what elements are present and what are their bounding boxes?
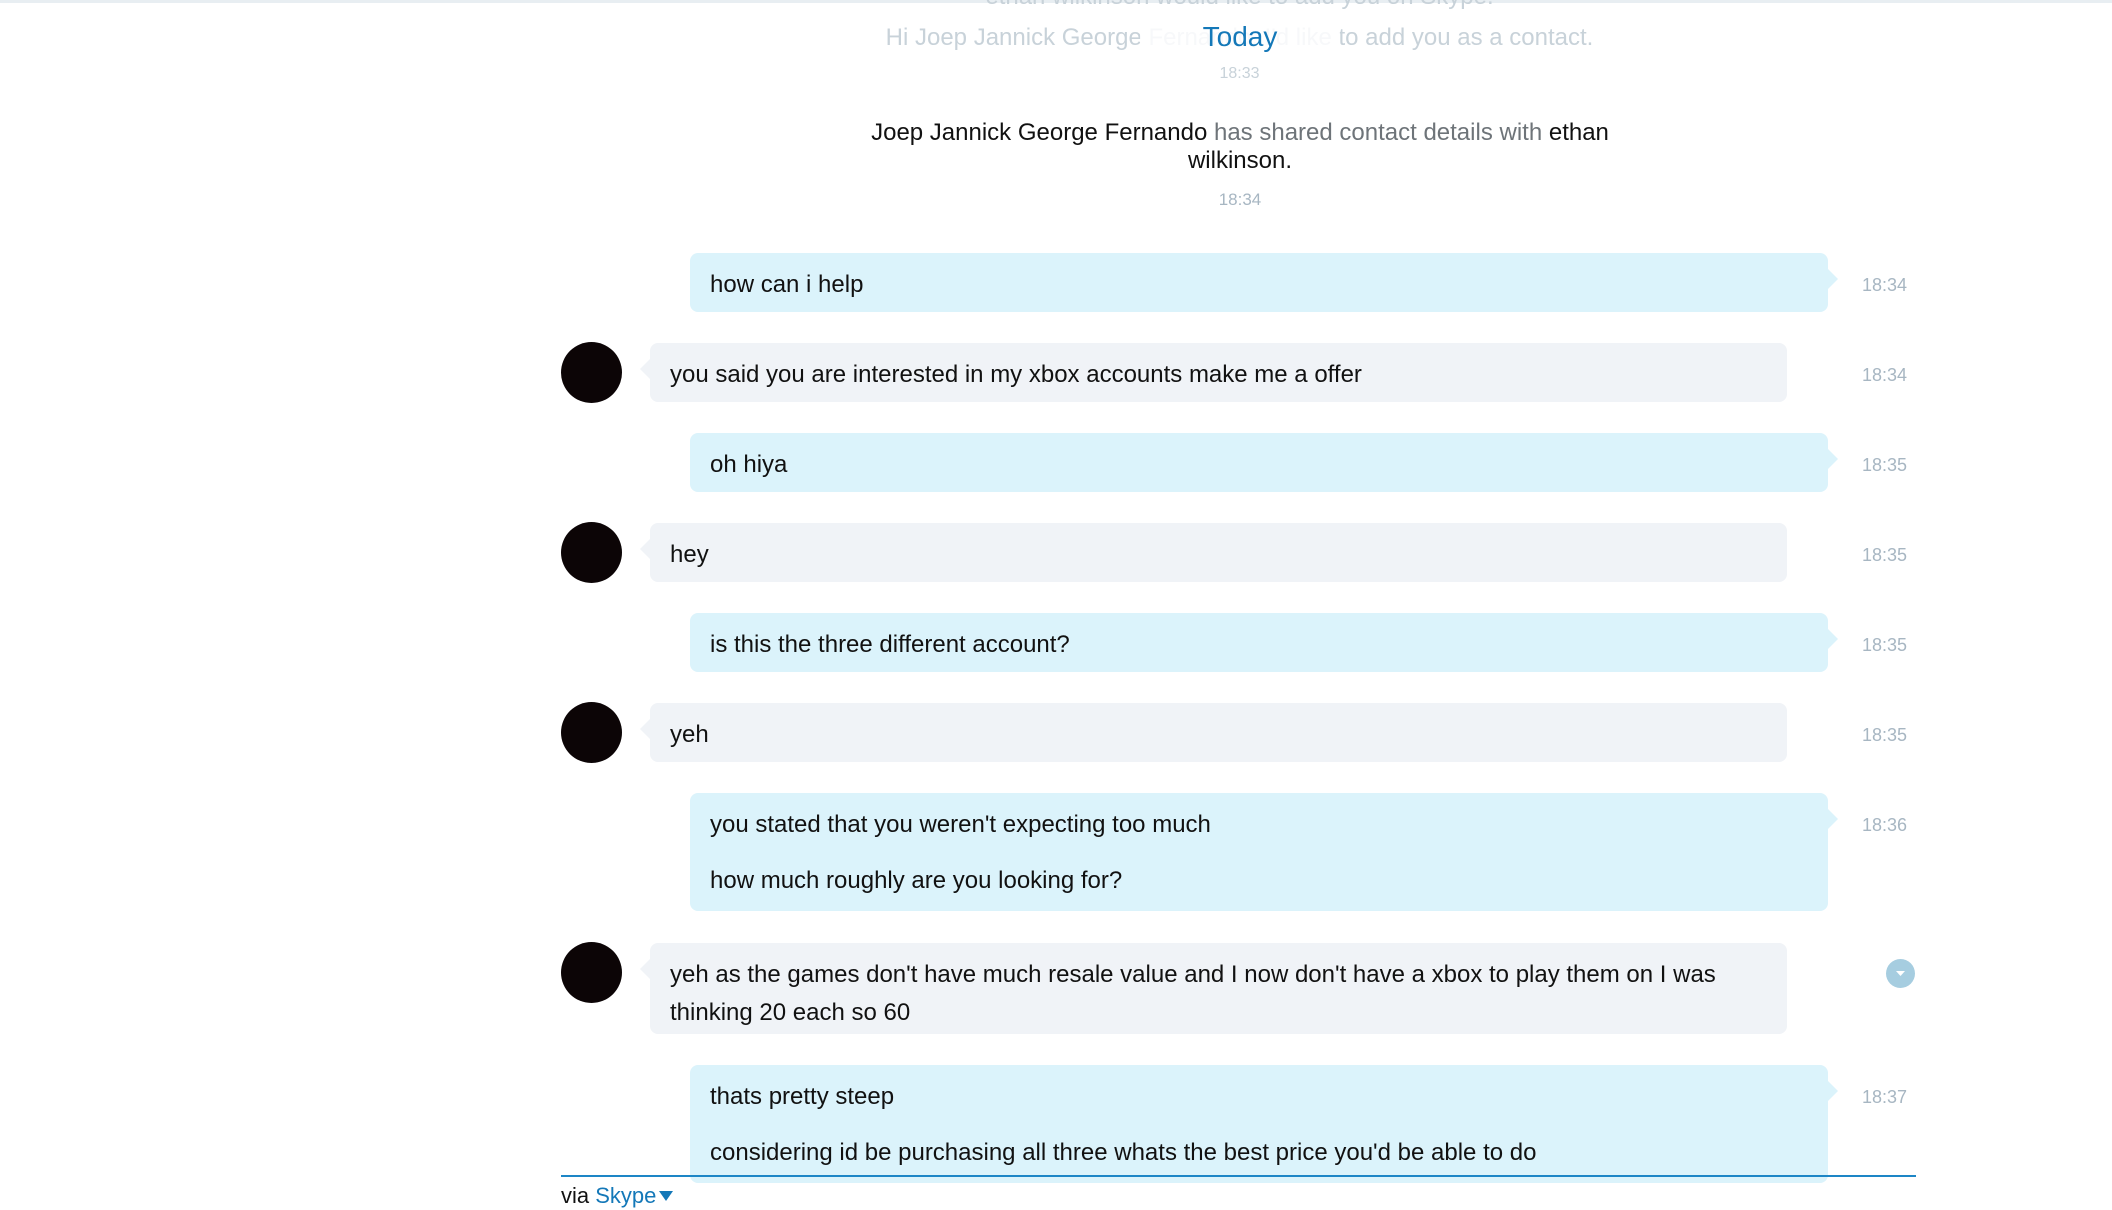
send-via-selector[interactable]: via Skype [561,1182,674,1210]
message-text: thats pretty steep [710,1083,895,1110]
message-text: hey [670,541,709,568]
chevron-down-icon[interactable] [1886,959,1915,988]
message-text: yeh [670,721,709,748]
message-timestamp: 18:37 [1862,1087,1908,1107]
message-text: how can i help [710,271,864,298]
message-timestamp: 18:34 [1862,275,1908,295]
message-incoming[interactable]: yeh as the games don't have much resale … [640,943,1787,1034]
via-label: via [561,1183,590,1208]
message-outgoing[interactable]: oh hiya [690,433,1838,492]
day-separator-today: Today [1140,19,1340,55]
message-timestamp: 18:34 [1862,365,1908,385]
message-text: oh hiya [710,451,788,478]
chevron-down-glyph [1896,971,1905,976]
message-outgoing[interactable]: thats pretty steep considering id be pur… [690,1065,1838,1183]
message-outgoing[interactable]: you stated that you weren't expecting to… [690,793,1838,911]
message-timestamp: 18:35 [1862,455,1908,475]
message-outgoing[interactable]: is this the three different account? [690,613,1838,672]
message-timestamp: 18:35 [1862,545,1908,565]
system-event-time: 18:34 [1218,190,1262,209]
message-timestamp: 18:35 [1862,635,1908,655]
service-selector[interactable]: Skype [595,1183,656,1208]
message-timestamp: 18:36 [1862,815,1908,835]
faded-contact-request-title: ethan wilkinson would like to add you on… [561,0,1918,12]
message-text: you said you are interested in my xbox a… [670,361,1362,388]
message-timestamp: 18:35 [1862,725,1908,745]
message-text: yeh as the games don't have much resale … [670,961,1716,1026]
avatar[interactable] [561,702,622,763]
system-event-contact-shared: Joep Jannick George Fernando has shared … [830,119,1650,175]
avatar[interactable] [561,942,622,1003]
message-incoming[interactable]: yeh [640,703,1787,762]
message-outgoing[interactable]: how can i help [690,253,1838,312]
avatar[interactable] [561,342,622,403]
caret-down-icon[interactable] [659,1191,674,1201]
message-text: considering id be purchasing all three w… [710,1139,1537,1166]
message-text: is this the three different account? [710,631,1070,658]
message-text: how much roughly are you looking for? [710,867,1123,894]
composer-divider [561,1175,1916,1177]
message-incoming[interactable]: you said you are interested in my xbox a… [640,343,1787,402]
message-incoming[interactable]: hey [640,523,1787,582]
system-event-action: has shared contact details with [1213,119,1543,146]
system-event-actor: Joep Jannick George Fernando [871,119,1208,146]
avatar[interactable] [561,522,622,583]
faded-contact-request-time: 18:33 [1219,65,1260,82]
message-text: you stated that you weren't expecting to… [710,811,1211,838]
